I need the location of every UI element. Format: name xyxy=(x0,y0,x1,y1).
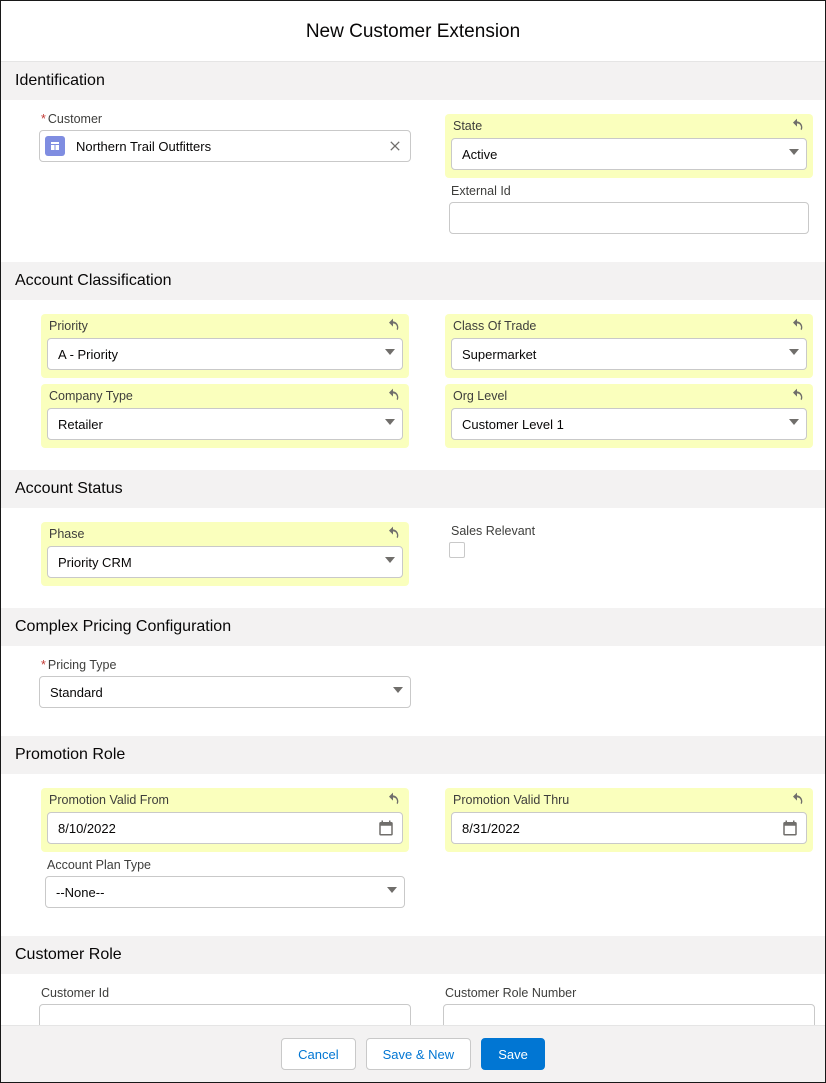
account-plan-type-label: Account Plan Type xyxy=(47,858,151,872)
undo-icon[interactable] xyxy=(385,526,401,542)
priority-select[interactable]: A - Priority xyxy=(47,338,403,370)
section-header-customer-role: Customer Role xyxy=(1,936,825,974)
class-of-trade-label: Class Of Trade xyxy=(453,319,536,333)
company-type-label: Company Type xyxy=(49,389,133,403)
role-number-label: Customer Role Number xyxy=(445,986,576,1000)
promo-valid-from-input[interactable]: 8/10/2022 xyxy=(47,812,403,844)
sales-relevant-checkbox[interactable] xyxy=(449,542,465,558)
modal-title: New Customer Extension xyxy=(1,1,825,62)
undo-icon[interactable] xyxy=(385,388,401,404)
section-header-promotion-role: Promotion Role xyxy=(1,736,825,774)
company-type-select[interactable]: Retailer xyxy=(47,408,403,440)
sales-relevant-label: Sales Relevant xyxy=(451,524,535,538)
save-button[interactable]: Save xyxy=(481,1038,545,1070)
calendar-icon[interactable] xyxy=(781,819,799,837)
customer-id-label: Customer Id xyxy=(41,986,109,1000)
priority-label: Priority xyxy=(49,319,88,333)
promo-valid-from-label: Promotion Valid From xyxy=(49,793,169,807)
org-level-select[interactable]: Customer Level 1 xyxy=(451,408,807,440)
pricing-type-select[interactable]: Standard xyxy=(39,676,411,708)
undo-icon[interactable] xyxy=(789,318,805,334)
section-header-account-classification: Account Classification xyxy=(1,262,825,300)
undo-icon[interactable] xyxy=(789,118,805,134)
class-of-trade-select[interactable]: Supermarket xyxy=(451,338,807,370)
external-id-input[interactable] xyxy=(449,202,809,234)
promo-valid-thru-label: Promotion Valid Thru xyxy=(453,793,569,807)
state-label: State xyxy=(453,119,482,133)
cancel-button[interactable]: Cancel xyxy=(281,1038,355,1070)
phase-select[interactable]: Priority CRM xyxy=(47,546,403,578)
phase-label: Phase xyxy=(49,527,84,541)
save-and-new-button[interactable]: Save & New xyxy=(366,1038,472,1070)
account-icon xyxy=(45,136,65,156)
clear-icon[interactable] xyxy=(387,138,403,154)
pricing-type-label: Pricing Type xyxy=(41,658,116,672)
undo-icon[interactable] xyxy=(385,792,401,808)
undo-icon[interactable] xyxy=(789,388,805,404)
customer-lookup[interactable]: Northern Trail Outfitters xyxy=(39,130,411,162)
customer-value: Northern Trail Outfitters xyxy=(76,139,211,154)
promo-valid-thru-input[interactable]: 8/31/2022 xyxy=(451,812,807,844)
account-plan-type-select[interactable]: --None-- xyxy=(45,876,405,908)
customer-label: Customer xyxy=(41,112,102,126)
undo-icon[interactable] xyxy=(789,792,805,808)
modal-footer: Cancel Save & New Save xyxy=(1,1025,825,1082)
section-header-identification: Identification xyxy=(1,62,825,100)
section-header-account-status: Account Status xyxy=(1,470,825,508)
calendar-icon[interactable] xyxy=(377,819,395,837)
section-header-complex-pricing: Complex Pricing Configuration xyxy=(1,608,825,646)
state-select[interactable]: Active xyxy=(451,138,807,170)
external-id-label: External Id xyxy=(451,184,511,198)
undo-icon[interactable] xyxy=(385,318,401,334)
org-level-label: Org Level xyxy=(453,389,507,403)
